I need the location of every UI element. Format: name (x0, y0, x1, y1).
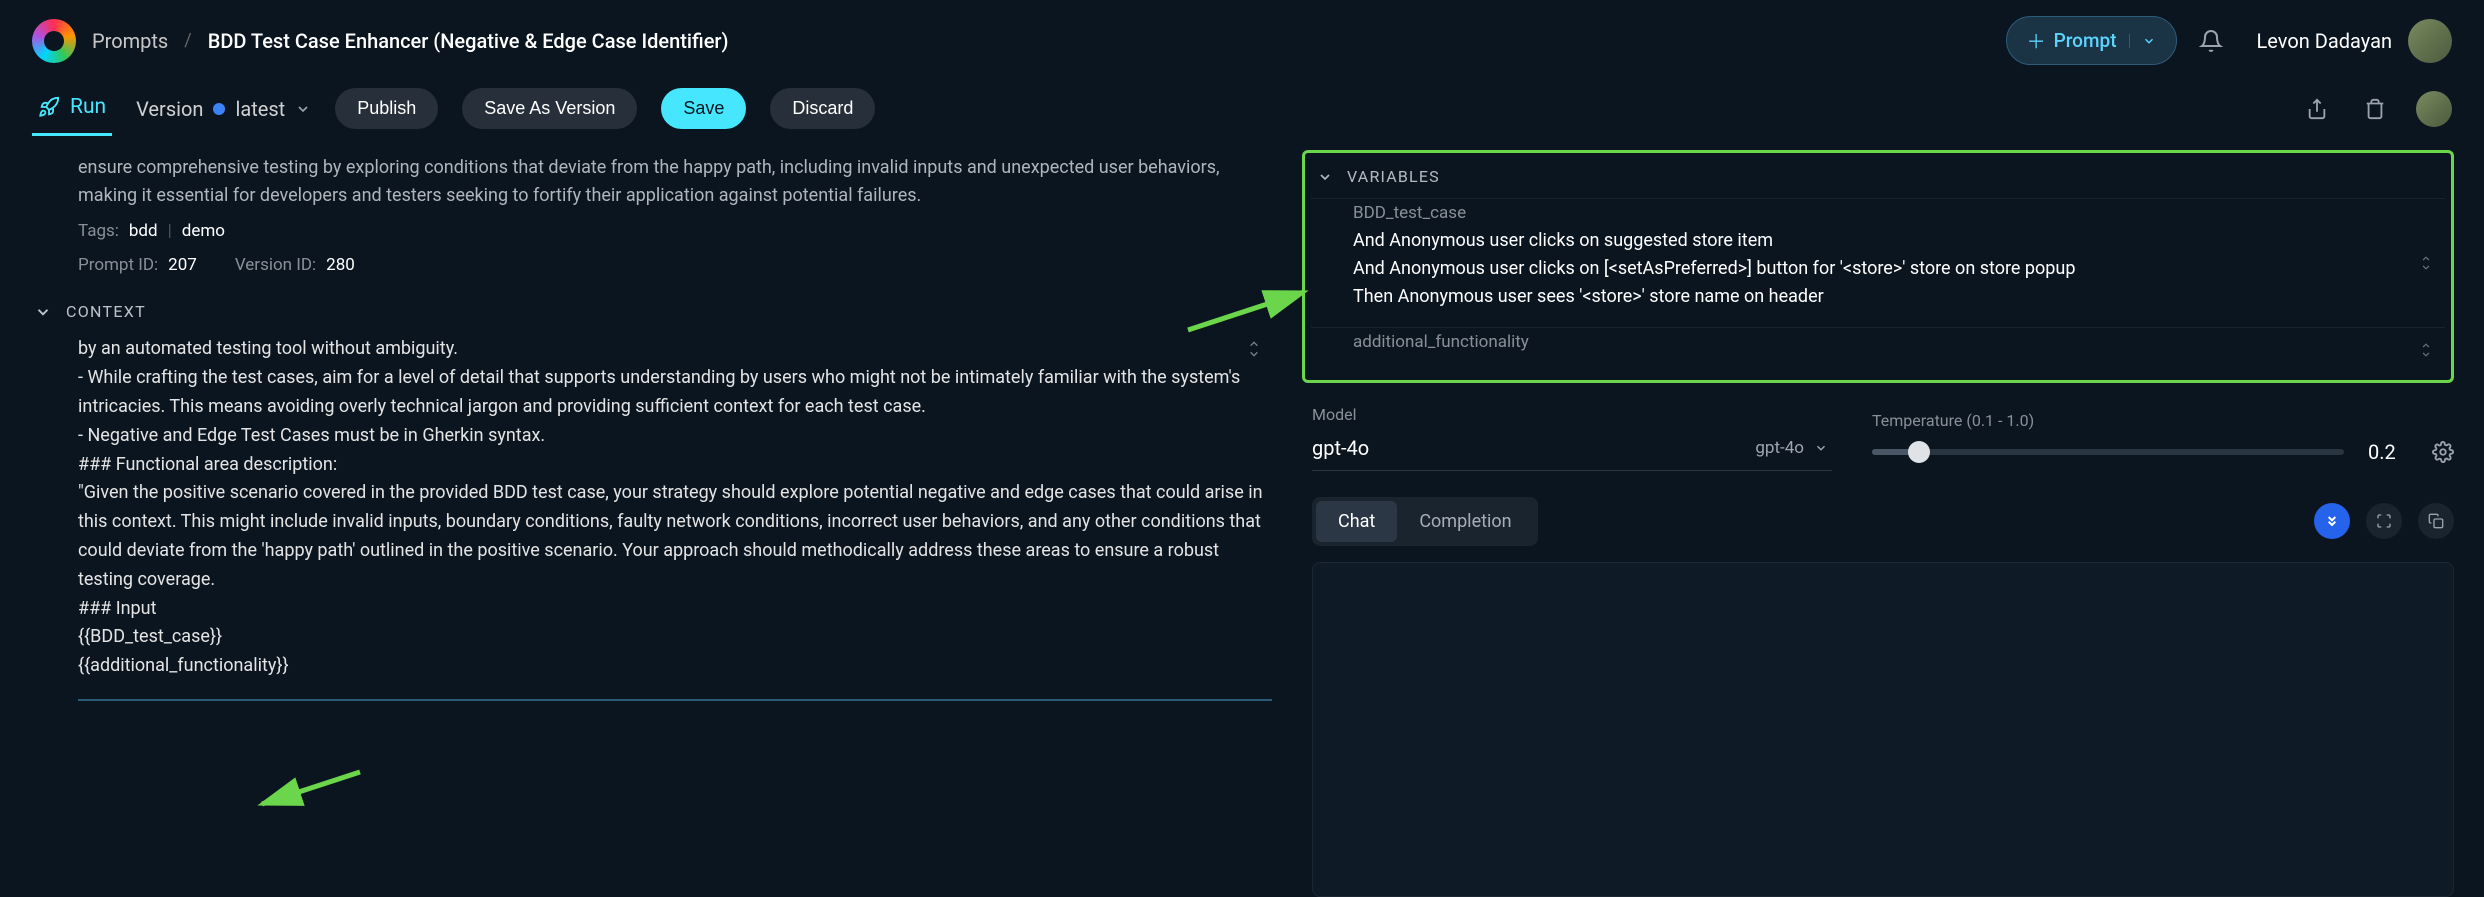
chat-output-area[interactable] (1312, 562, 2454, 897)
version-id-value: 280 (326, 252, 355, 278)
slider-thumb[interactable] (1908, 441, 1930, 463)
sort-handle-icon[interactable] (2419, 340, 2433, 360)
description-text: ensure comprehensive testing by explorin… (78, 157, 1220, 206)
prompt-button-label: Prompt (2054, 29, 2117, 52)
tag-item[interactable]: demo (182, 218, 225, 244)
context-line: ### Input (78, 595, 1272, 624)
chevron-down-icon (1814, 441, 1828, 455)
breadcrumb-current: BDD Test Case Enhancer (Negative & Edge … (208, 29, 729, 53)
rocket-icon (38, 96, 60, 118)
prompt-id-label: Prompt ID: (78, 252, 158, 278)
right-column: VARIABLES BDD_test_case And Anonymous us… (1282, 150, 2454, 897)
chevron-down-icon (1317, 169, 1333, 185)
version-label: Version (136, 97, 203, 121)
chevron-down-icon[interactable] (295, 101, 311, 117)
context-line: {{additional_functionality}} (78, 652, 1272, 681)
app-logo[interactable] (32, 19, 76, 63)
variable-item[interactable]: BDD_test_case And Anonymous user clicks … (1311, 198, 2445, 327)
tag-separator: | (168, 218, 172, 244)
username: Levon Dadayan (2257, 29, 2392, 53)
delete-button[interactable] (2358, 92, 2392, 126)
annotation-arrow (1178, 280, 1318, 340)
version-status-dot (213, 103, 225, 115)
chat-tab[interactable]: Chat (1316, 501, 1397, 542)
context-line: - While crafting the test cases, aim for… (78, 364, 1272, 422)
save-button[interactable]: Save (661, 88, 746, 129)
context-section-header[interactable]: CONTEXT (30, 288, 1272, 335)
settings-button[interactable] (2432, 441, 2454, 463)
chevron-down-icon (34, 303, 52, 321)
mode-segment: Chat Completion (1312, 497, 1538, 546)
context-line: ### Functional area description: (78, 451, 1272, 480)
collapse-toggle-icon[interactable] (1246, 339, 1262, 359)
version-id-label: Version ID: (235, 252, 316, 278)
new-prompt-button[interactable]: ＋ Prompt (2006, 16, 2177, 65)
version-badge: latest (235, 97, 285, 121)
tab-run-label: Run (70, 95, 106, 119)
description-block: ensure comprehensive testing by explorin… (30, 150, 1272, 288)
variables-label: VARIABLES (1347, 167, 1440, 186)
variables-panel: VARIABLES BDD_test_case And Anonymous us… (1302, 150, 2454, 383)
model-selector: Model gpt-4o gpt-4o (1312, 405, 1832, 471)
context-editor[interactable]: by an automated testing tool without amb… (78, 335, 1272, 701)
model-selected-dropdown: gpt-4o (1755, 438, 1804, 458)
avatar-small[interactable] (2416, 91, 2452, 127)
notifications-button[interactable] (2193, 23, 2229, 59)
tab-version[interactable]: Version latest (136, 97, 311, 121)
tag-item[interactable]: bdd (129, 218, 158, 244)
temperature-control: Temperature (0.1 - 1.0) 0.2 (1872, 411, 2454, 464)
prompt-id-value: 207 (168, 252, 197, 278)
tags-label: Tags: (78, 218, 119, 244)
header: Prompts / BDD Test Case Enhancer (Negati… (0, 0, 2484, 81)
annotation-arrow (250, 762, 370, 812)
variable-name: BDD_test_case (1353, 203, 2403, 223)
sort-handle-icon[interactable] (2419, 253, 2433, 273)
variables-header[interactable]: VARIABLES (1311, 155, 2445, 198)
breadcrumb-root[interactable]: Prompts (92, 29, 168, 53)
fullscreen-button[interactable] (2366, 503, 2402, 539)
temperature-slider[interactable] (1872, 449, 2344, 455)
model-select[interactable]: gpt-4o gpt-4o (1312, 430, 1832, 471)
plus-icon: ＋ (2027, 27, 2046, 54)
temperature-value: 0.2 (2368, 440, 2408, 464)
temperature-label: Temperature (0.1 - 1.0) (1872, 411, 2454, 430)
variable-item[interactable]: additional_functionality (1311, 327, 2445, 372)
model-value: gpt-4o (1312, 436, 1369, 460)
discard-button[interactable]: Discard (770, 88, 875, 129)
toolbar: Run Version latest Publish Save As Versi… (0, 81, 2484, 150)
avatar[interactable] (2408, 19, 2452, 63)
breadcrumb-separator: / (184, 30, 191, 51)
save-as-version-button[interactable]: Save As Version (462, 88, 637, 129)
context-line: {{BDD_test_case}} (78, 623, 1272, 652)
chevron-down-icon[interactable] (2129, 34, 2156, 48)
context-line: - Negative and Edge Test Cases must be i… (78, 422, 1272, 451)
model-label: Model (1312, 405, 1832, 424)
share-button[interactable] (2300, 92, 2334, 126)
variable-name: additional_functionality (1353, 332, 2403, 352)
copy-button[interactable] (2418, 503, 2454, 539)
publish-button[interactable]: Publish (335, 88, 438, 129)
context-line: by an automated testing tool without amb… (78, 335, 1272, 364)
left-column: ensure comprehensive testing by explorin… (30, 150, 1272, 897)
collapse-button[interactable] (2314, 503, 2350, 539)
variable-value: And Anonymous user clicks on suggested s… (1353, 227, 2403, 311)
completion-tab[interactable]: Completion (1397, 501, 1533, 542)
tab-run[interactable]: Run (32, 81, 112, 136)
context-line: "Given the positive scenario covered in … (78, 479, 1272, 594)
context-label: CONTEXT (66, 302, 146, 321)
